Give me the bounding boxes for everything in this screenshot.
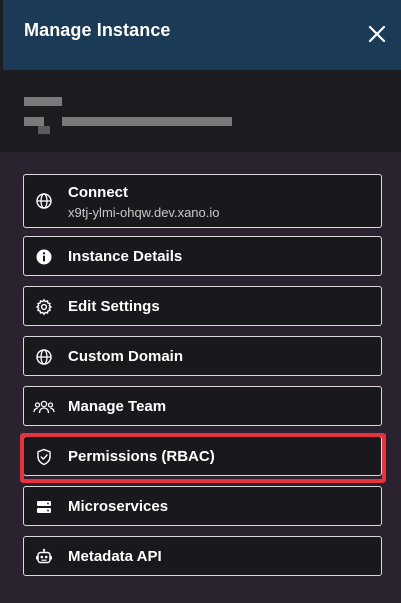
robot-icon [36, 548, 52, 564]
redacted-instance-url [62, 117, 232, 126]
instance-info [0, 70, 401, 152]
connect-label: Connect [68, 184, 128, 201]
custom-domain-button[interactable]: Custom Domain [23, 336, 382, 376]
server-icon [37, 501, 51, 513]
redacted-instance-name [24, 97, 62, 106]
instance-details-label: Instance Details [68, 248, 183, 265]
connect-host: x9tj-ylmi-ohqw.dev.xano.io [68, 205, 220, 220]
gear-icon [35, 298, 53, 316]
globe-icon [36, 193, 52, 209]
instance-details-button[interactable]: Instance Details [23, 236, 382, 276]
custom-domain-label: Custom Domain [68, 348, 184, 365]
edit-settings-button[interactable]: Edit Settings [23, 286, 382, 326]
panel-title: Manage Instance [24, 20, 171, 40]
metadata-api-button[interactable]: Metadata API [23, 536, 382, 576]
microservices-button[interactable]: Microservices [23, 486, 382, 526]
manage-team-button[interactable]: Manage Team [23, 386, 382, 426]
edit-settings-label: Edit Settings [68, 298, 160, 315]
metadata-api-label: Metadata API [68, 548, 162, 565]
info-icon [36, 249, 52, 265]
redacted-instance-id [38, 126, 50, 134]
permissions-rbac-label: Permissions (RBAC) [68, 448, 215, 465]
connect-button[interactable]: Connect x9tj-ylmi-ohqw.dev.xano.io [23, 174, 382, 228]
shield-check-icon [37, 448, 51, 466]
manage-team-label: Manage Team [68, 398, 167, 415]
panel-header: Manage Instance [0, 0, 401, 70]
close-icon[interactable] [365, 22, 389, 46]
redacted-instance-id [24, 117, 44, 126]
team-icon [33, 400, 55, 414]
globe-icon [36, 349, 52, 365]
manage-instance-panel: Manage Instance Connect x9tj-ylmi-ohqw.d… [0, 0, 401, 603]
microservices-label: Microservices [68, 498, 169, 515]
permissions-rbac-button[interactable]: Permissions (RBAC) [23, 436, 382, 476]
